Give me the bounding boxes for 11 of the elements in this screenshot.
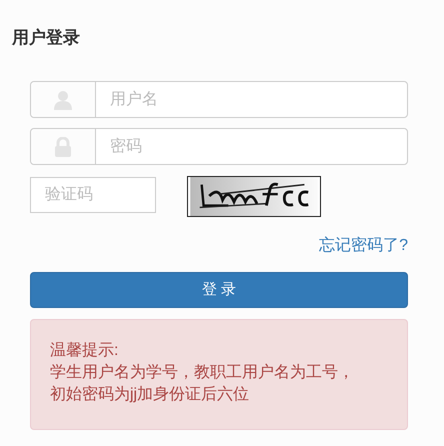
notice-text: 学生用户名为学号，教职工用户名为工号， [50, 362, 355, 383]
input-group[interactable]: 密码 [30, 128, 408, 165]
page-title: 用户登录 [10, 27, 81, 49]
captcha-field[interactable]: 验证码 [30, 177, 156, 213]
forgot-password-link[interactable]: 忘记密码了? [319, 235, 408, 257]
notice-title: 温馨提示: [50, 340, 120, 361]
notice-text: 初始密码为jj加身份证后六位 [50, 384, 250, 405]
user-icon [54, 90, 72, 110]
login-button[interactable]: 登 录 [30, 272, 408, 308]
input-group[interactable]: 用户名 [30, 81, 408, 118]
lock-icon [54, 136, 72, 156]
